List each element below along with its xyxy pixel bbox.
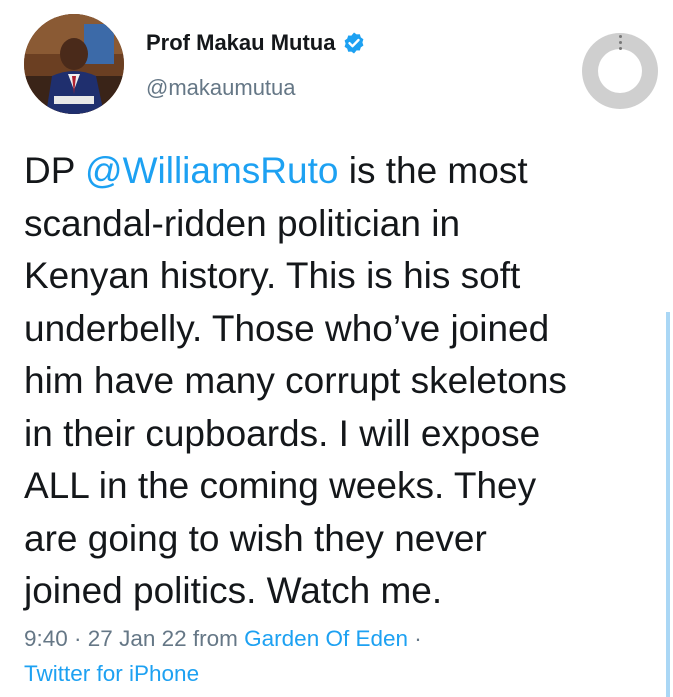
tweet-text-suffix: is the most	[338, 150, 528, 191]
scrollbar[interactable]	[666, 312, 670, 697]
tweet-line: DP @WilliamsRuto is the most	[24, 145, 654, 198]
location-link[interactable]: Garden Of Eden	[244, 626, 408, 651]
source-link[interactable]: Twitter for iPhone	[24, 661, 199, 686]
tweet-line: scandal-ridden politician in	[24, 202, 461, 244]
from-label: from	[186, 626, 245, 651]
tweet-meta: 9:40 · 27 Jan 22 from Garden Of Eden ·	[24, 626, 422, 652]
more-options-icon	[619, 35, 622, 50]
tweet-source-line: Twitter for iPhone	[24, 661, 199, 687]
tweet-line: ALL in the coming weeks. They	[24, 465, 537, 506]
more-options-button[interactable]	[582, 33, 658, 109]
meta-separator: ·	[67, 626, 88, 651]
avatar[interactable]	[24, 14, 124, 114]
tweet-line: joined politics. Watch me.	[24, 570, 443, 611]
tweet-text-prefix: DP	[24, 150, 86, 191]
tweet-line: in their cupboards. I will expose	[24, 412, 541, 454]
author-name-text: Prof Makau Mutua	[146, 30, 336, 55]
tweet-text: DP @WilliamsRuto is the most scandal-rid…	[24, 145, 654, 618]
mention-link[interactable]: @WilliamsRuto	[85, 150, 338, 191]
author-name[interactable]: Prof Makau Mutua	[146, 30, 366, 56]
tweet-line: Kenyan history. This is his soft	[24, 255, 521, 296]
tweet-line: are going to wish they never	[24, 517, 487, 559]
tweet-line: him have many corrupt skeletons	[24, 360, 567, 401]
more-options-inner	[598, 49, 642, 93]
meta-separator-trailing: ·	[408, 626, 422, 651]
tweet-line: underbelly. Those who’ve joined	[24, 307, 550, 349]
tweet-card: Prof Makau Mutua @makaumutua DP @William…	[0, 0, 673, 697]
avatar-photo	[24, 14, 124, 114]
tweet-date[interactable]: 27 Jan 22	[88, 626, 187, 651]
verified-badge-icon	[342, 31, 366, 55]
author-handle[interactable]: @makaumutua	[146, 75, 296, 101]
tweet-time[interactable]: 9:40	[24, 626, 68, 651]
